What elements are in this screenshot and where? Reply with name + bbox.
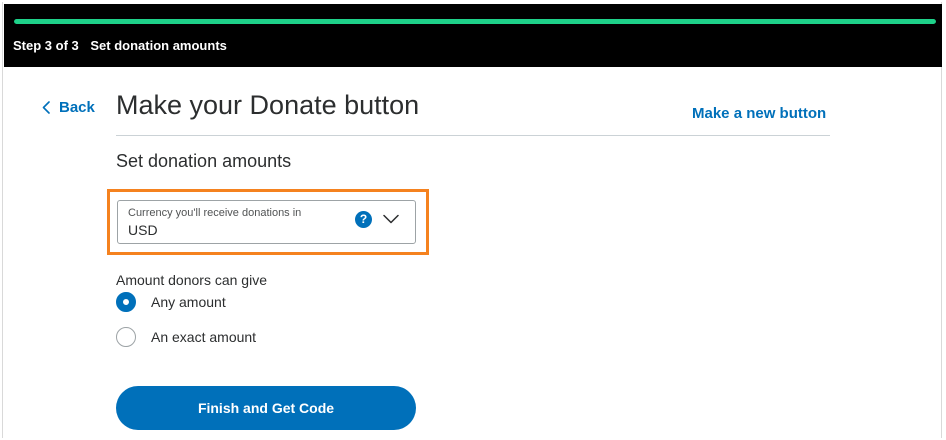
chevron-left-icon (42, 101, 50, 114)
back-link[interactable]: Back (42, 99, 95, 116)
section-title: Set donation amounts (116, 151, 292, 171)
progress-header: Step 3 of 3 Set donation amounts (4, 4, 942, 67)
page-title: Make your Donate button (116, 90, 420, 120)
currency-select-value: USD (128, 222, 158, 238)
radio-option-label: Any amount (151, 294, 226, 310)
chevron-down-icon (383, 214, 399, 224)
currency-select-label: Currency you'll receive donations in (128, 207, 302, 219)
step-title: Set donation amounts (90, 38, 227, 53)
radio-option-exact-amount[interactable]: An exact amount (116, 327, 256, 347)
step-count: Step 3 of 3 (13, 38, 79, 53)
step-indicator: Step 3 of 3 Set donation amounts (13, 38, 227, 53)
progress-bar (14, 19, 936, 24)
radio-button[interactable] (116, 327, 136, 347)
radio-option-label: An exact amount (151, 329, 257, 345)
currency-select[interactable]: Currency you'll receive donations in USD… (117, 200, 416, 244)
back-link-label: Back (59, 99, 95, 116)
title-divider (116, 135, 830, 136)
radio-option-any-amount[interactable]: Any amount (116, 292, 226, 312)
amount-group-label: Amount donors can give (116, 272, 267, 288)
help-icon[interactable]: ? (355, 211, 372, 228)
progress-bar-fill (14, 19, 936, 24)
finish-and-get-code-button[interactable]: Finish and Get Code (116, 386, 416, 430)
radio-button[interactable] (116, 292, 136, 312)
make-new-button-link[interactable]: Make a new button (692, 105, 826, 122)
